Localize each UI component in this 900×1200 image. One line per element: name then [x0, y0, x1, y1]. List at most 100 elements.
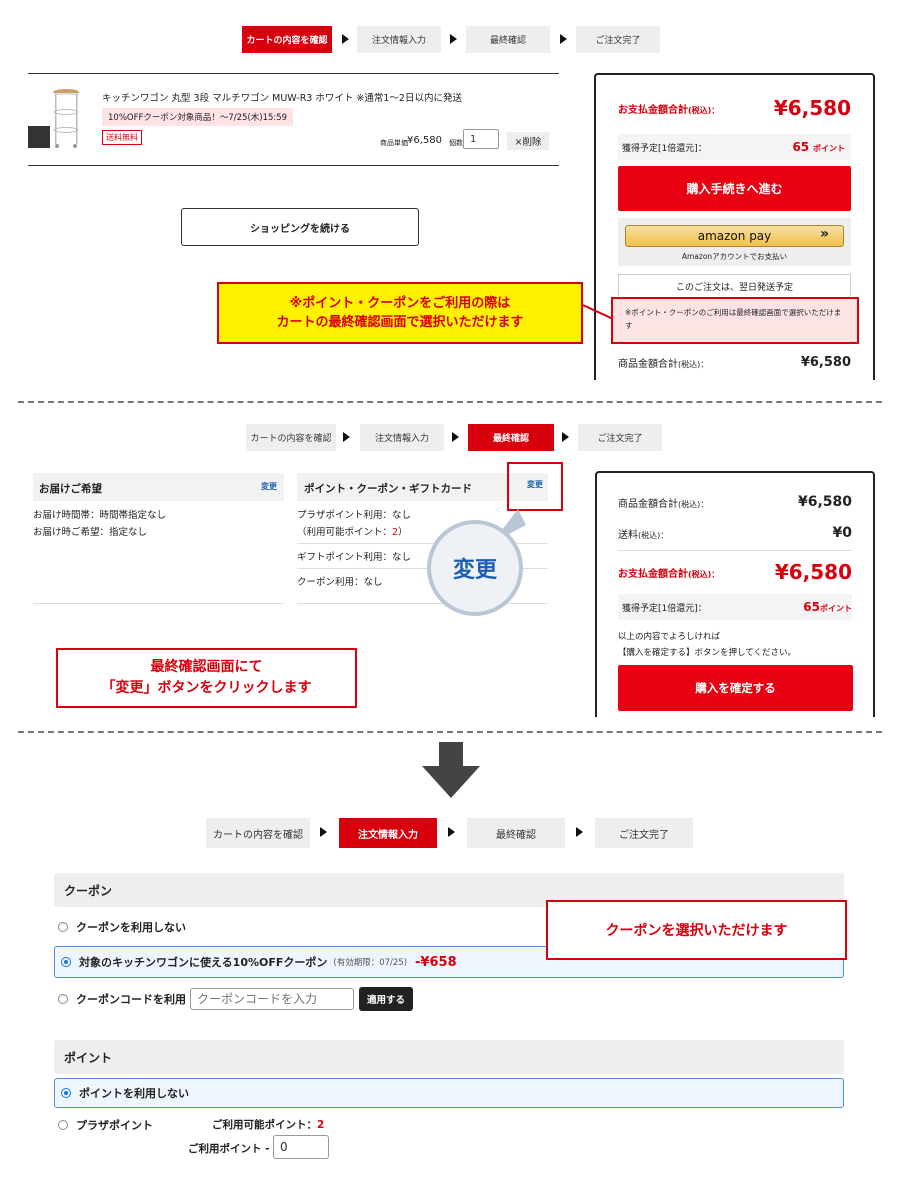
subtotal-amount: ¥6,580	[800, 355, 851, 370]
coupon-option-none[interactable]: クーポンを利用しない	[58, 919, 186, 935]
step-arrow	[576, 827, 583, 837]
subtotal-row-2: 商品金額合計(税込)： ¥6,580	[618, 494, 852, 510]
callout-click-change: 最終確認画面にて 「変更」ボタンをクリックします	[56, 648, 357, 708]
delete-button[interactable]: ×削除	[507, 132, 549, 150]
subtotal-label-2: 商品金額合計	[618, 498, 678, 510]
pcg-change-label: 変更	[527, 480, 543, 489]
points-row-2: 獲得予定[1倍還元]： 65ポイント	[618, 594, 852, 620]
radio-icon[interactable]	[58, 994, 68, 1004]
radio-icon[interactable]	[58, 1120, 68, 1130]
amazon-pay-button[interactable]: amazon pay »	[625, 225, 844, 247]
callout-connector	[583, 304, 613, 320]
step-cart: カートの内容を確認	[246, 424, 336, 451]
available-points-label: ご利用可能ポイント：	[212, 1119, 317, 1131]
points-label: 獲得予定[1倍還元]：	[622, 143, 707, 154]
confirm-note-1: 以上の内容でよろしければ	[618, 632, 721, 642]
subtotal-label: 商品金額合計	[618, 359, 678, 370]
checkout-button[interactable]: 購入手続きへ進む	[618, 166, 851, 211]
amazon-pay-caption: Amazonアカウントでお支払い	[681, 252, 788, 261]
step-arrow	[320, 827, 327, 837]
step-arrow	[450, 34, 457, 44]
pcg-change-link[interactable]: 変更	[507, 462, 563, 511]
product-name[interactable]: キッチンワゴン 丸型 3段 マルチワゴン MUW-R3 ホワイト ※通常1〜2日…	[102, 90, 462, 104]
point-option-plaza[interactable]: プラザポイント	[58, 1117, 153, 1133]
total-label: お支払金額合計	[618, 104, 688, 116]
cart-top-rule	[28, 73, 559, 74]
points-unit-2: ポイント	[820, 604, 852, 613]
coupon-use: クーポン利用：なし	[297, 577, 383, 588]
point-option-none[interactable]: ポイントを利用しない	[54, 1078, 844, 1108]
callout2-line-2: 「変更」ボタンをクリックします	[101, 680, 312, 696]
total-amount-2: ¥6,580	[774, 560, 852, 584]
available-points: ご利用可能ポイント：2	[212, 1117, 324, 1132]
points-row: 獲得予定[1倍還元]： 65 ポイント	[618, 134, 851, 160]
delivery-bottom-rule	[33, 603, 284, 604]
use-points-label: ご利用ポイント -	[188, 1143, 270, 1155]
step-arrow	[343, 432, 350, 442]
step-arrow	[448, 827, 455, 837]
subtotal-row: 商品金額合計(税込)： ¥6,580	[618, 355, 851, 370]
coupon-note: ※ポイント・クーポンのご利用は最終確認画面で選択いただけます	[611, 297, 859, 344]
radio-icon[interactable]	[58, 922, 68, 932]
total-amount: ¥6,580	[773, 96, 851, 120]
coupon-badge: 10%OFFクーポン対象商品！〜7/25(木)15:59	[102, 108, 294, 126]
magnifier-zoom: 変更	[427, 520, 523, 616]
unit-price: ¥6,580	[407, 135, 442, 146]
plaza-avail-post: ）	[398, 527, 408, 538]
delivery-time: お届け時間帯：時間帯指定なし	[33, 510, 167, 521]
product-thumbnail[interactable]	[28, 82, 84, 152]
tax-label: (税込)：	[688, 105, 720, 115]
coupon-option-discount: -¥658	[415, 954, 457, 970]
radio-checked-icon[interactable]	[61, 957, 71, 967]
quantity-input[interactable]	[463, 129, 499, 149]
qty-label: 個数	[449, 139, 463, 147]
step-final-confirm: 最終確認	[466, 26, 550, 53]
delivery-day: お届け時ご希望：指定なし	[33, 527, 148, 538]
step-complete: ご注文完了	[576, 26, 660, 53]
callout2-line-1: 最終確認画面にて	[150, 659, 263, 675]
callout-coupon-info: ※ポイント・クーポンをご利用の際は カートの最終確認画面で選択いただけます	[217, 282, 583, 344]
section-divider	[18, 731, 882, 733]
free-shipping-badge: 送料無料	[102, 130, 142, 145]
points-value: 65	[792, 140, 810, 154]
step-cart: カートの内容を確認	[206, 818, 310, 848]
step-order-info: 注文情報入力	[360, 424, 444, 451]
shipping-amount: ¥0	[832, 525, 852, 541]
arrow-down-icon	[422, 742, 480, 798]
use-points-input[interactable]	[273, 1135, 329, 1159]
coupon-option-code[interactable]: クーポンコードを利用 適用する	[58, 987, 414, 1011]
step-order-info: 注文情報入力	[339, 818, 437, 848]
coupon-code-input[interactable]	[190, 988, 354, 1010]
use-points-text: ご利用ポイント	[188, 1143, 262, 1155]
shipping-tax: (税込)：	[638, 530, 669, 540]
coupon-option-expiry: (有効期限：07/25)	[333, 958, 408, 968]
total-tax-2: (税込)：	[688, 569, 720, 579]
delivery-change-link[interactable]: 変更	[261, 481, 277, 492]
apply-coupon-button[interactable]: 適用する	[359, 987, 414, 1011]
step-complete: ご注文完了	[578, 424, 662, 451]
point-option-none-label: ポイントを利用しない	[79, 1087, 189, 1100]
total-row: お支払金額合計(税込)： ¥6,580	[618, 96, 851, 120]
coupon-option-label: 対象のキッチンワゴンに使える10%OFFクーポン	[79, 956, 328, 969]
cart-bottom-rule	[28, 165, 559, 166]
summary2-rule	[618, 550, 852, 551]
shipping-note: このご注文は、翌日発送予定	[618, 274, 851, 298]
coupon-option-code-label: クーポンコードを利用	[76, 993, 186, 1006]
callout-coupon-select: クーポンを選択いただけます	[546, 900, 847, 960]
plaza-avail-pre: （利用可能ポイント：	[297, 527, 393, 538]
total-label-2: お支払金額合計	[618, 568, 688, 580]
step-order-info: 注文情報入力	[357, 26, 441, 53]
total-row-2: お支払金額合計(税込)： ¥6,580	[618, 560, 852, 584]
step-cart: カートの内容を確認	[242, 26, 332, 53]
pcg-title: ポイント・クーポン・ギフトカード	[304, 483, 472, 495]
plaza-point-available: （利用可能ポイント：2）	[297, 524, 408, 538]
subtotal-amount-2: ¥6,580	[797, 494, 852, 510]
points-label-2: 獲得予定[1倍還元]：	[622, 603, 707, 614]
confirm-note-2: 【購入を確定する】ボタンを押してください。	[618, 648, 796, 658]
confirm-purchase-button[interactable]: 購入を確定する	[618, 665, 853, 711]
continue-shopping-button[interactable]: ショッピングを続ける	[181, 208, 419, 246]
step-final-confirm: 最終確認	[468, 424, 554, 451]
step-arrow	[342, 34, 349, 44]
step-arrow	[452, 432, 459, 442]
radio-checked-icon[interactable]	[61, 1088, 71, 1098]
